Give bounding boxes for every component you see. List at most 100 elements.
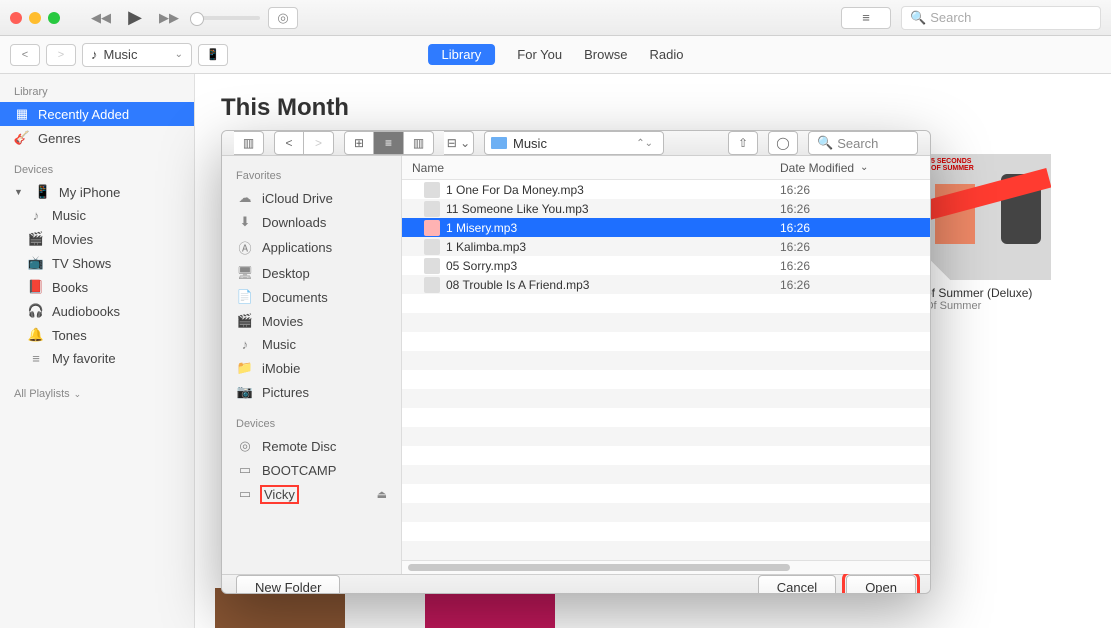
back-button[interactable]: < <box>274 131 304 155</box>
play-button[interactable]: ▶ <box>122 7 148 29</box>
path-select[interactable]: Music ⌃⌄ <box>484 131 664 155</box>
column-date[interactable]: Date Modified⌄ <box>780 161 930 175</box>
music-note-icon: ♪ <box>91 47 98 62</box>
next-track-button[interactable]: ▶▶ <box>156 7 182 29</box>
sidebar-item-icloud[interactable]: ☁iCloud Drive <box>222 186 401 210</box>
desktop-icon: 🖥 <box>236 265 254 281</box>
sidebar-item-books[interactable]: 📕Books <box>0 275 194 299</box>
forward-button[interactable]: > <box>304 131 334 155</box>
sidebar-item-remote-disc[interactable]: ◎Remote Disc <box>222 434 401 458</box>
new-folder-button[interactable]: New Folder <box>236 575 340 594</box>
file-row-empty <box>402 313 930 332</box>
drive-icon: ▭ <box>236 486 254 502</box>
sidebar-item-documents[interactable]: 📄Documents <box>222 285 401 309</box>
cancel-button[interactable]: Cancel <box>758 575 836 594</box>
sidebar-item-my-favorite[interactable]: ≡My favorite <box>0 347 194 370</box>
sidebar-section-devices: Devices <box>0 160 194 180</box>
prev-track-button[interactable]: ◀◀ <box>88 7 114 29</box>
sidebar-item-tvshows[interactable]: 📺TV Shows <box>0 251 194 275</box>
all-playlists-toggle[interactable]: All Playlists⌄ <box>0 384 194 404</box>
file-icon <box>424 239 440 255</box>
file-icon <box>424 201 440 217</box>
media-type-select[interactable]: ♪ Music ⌄ <box>82 43 192 67</box>
folder-icon: 📁 <box>236 360 254 376</box>
dialog-toolbar: ▥ < > ⊞ ≡ ▥ ⊟ ⌄ Music ⌃⌄ ⇧ ◯ 🔍 Search <box>222 131 930 156</box>
sidebar-item-movies[interactable]: 🎬Movies <box>0 227 194 251</box>
file-row[interactable]: 1 Kalimba.mp316:26 <box>402 237 930 256</box>
sidebar-item-bootcamp[interactable]: ▭BOOTCAMP <box>222 458 401 482</box>
arrange-button[interactable]: ⊟ ⌄ <box>444 131 474 155</box>
search-placeholder: Search <box>930 10 971 25</box>
column-name[interactable]: Name <box>402 161 780 175</box>
file-date: 16:26 <box>780 221 930 235</box>
sidebar-item-movies[interactable]: 🎬Movies <box>222 309 401 333</box>
documents-icon: 📄 <box>236 289 254 305</box>
tab-radio[interactable]: Radio <box>649 47 683 62</box>
sidebar-item-desktop[interactable]: 🖥Desktop <box>222 261 401 285</box>
forward-button[interactable]: > <box>46 44 76 66</box>
sidebar-item-vicky[interactable]: ▭Vicky⏏ <box>222 482 401 506</box>
open-button[interactable]: Open <box>846 575 916 594</box>
sidebar-item-my-iphone[interactable]: ▼📱My iPhone <box>0 180 194 204</box>
file-row-empty <box>402 427 930 446</box>
guitar-icon: 🎸 <box>14 130 30 146</box>
file-row[interactable]: 1 One For Da Money.mp316:26 <box>402 180 930 199</box>
zoom-window-button[interactable] <box>48 12 60 24</box>
headphones-icon: 🎧 <box>28 303 44 319</box>
sidebar-item-recently-added[interactable]: ▦Recently Added <box>0 102 194 126</box>
sidebar-toggle-button[interactable]: ▥ <box>234 131 264 155</box>
icon-view-button[interactable]: ⊞ <box>344 131 374 155</box>
close-window-button[interactable] <box>10 12 22 24</box>
disclosure-triangle-icon[interactable]: ▼ <box>14 187 23 197</box>
file-row[interactable]: 1 Misery.mp316:26 <box>402 218 930 237</box>
file-name: 05 Sorry.mp3 <box>446 259 517 273</box>
search-input[interactable]: 🔍 Search <box>901 6 1101 30</box>
media-type-label: Music <box>104 47 138 62</box>
sidebar-item-downloads[interactable]: ⬇Downloads <box>222 210 401 234</box>
column-view-button[interactable]: ▥ <box>404 131 434 155</box>
sidebar-item-music[interactable]: ♪Music <box>222 333 401 356</box>
sidebar-item-music[interactable]: ♪Music <box>0 204 194 227</box>
file-row[interactable]: 11 Someone Like You.mp3 16:26 <box>402 199 930 218</box>
file-name: 1 Kalimba.mp3 <box>446 240 526 254</box>
sidebar-item-audiobooks[interactable]: 🎧Audiobooks <box>0 299 194 323</box>
file-list: 1 One For Da Money.mp316:2611 Someone Li… <box>402 180 930 560</box>
airplay-button[interactable]: ◎ <box>268 7 298 29</box>
sidebar-item-genres[interactable]: 🎸Genres <box>0 126 194 150</box>
eject-icon[interactable]: ⏏ <box>377 488 387 501</box>
volume-slider[interactable] <box>190 16 260 20</box>
file-row-empty <box>402 465 930 484</box>
path-label: Music <box>513 136 547 151</box>
back-button[interactable]: < <box>10 44 40 66</box>
album-peek <box>425 588 555 628</box>
tags-button[interactable]: ◯ <box>768 131 798 155</box>
dialog-search-input[interactable]: 🔍 Search <box>808 131 918 155</box>
film-icon: 🎬 <box>28 231 44 247</box>
list-view-button[interactable]: ≡ <box>841 7 891 29</box>
album-cover: 5 SECONDSOF SUMMER <box>925 154 1051 280</box>
sidebar-item-applications[interactable]: ⒶApplications <box>222 234 401 261</box>
window-controls <box>10 12 60 24</box>
search-icon: 🔍 <box>910 10 926 26</box>
book-icon: 📕 <box>28 279 44 295</box>
horizontal-scrollbar[interactable] <box>402 560 930 574</box>
list-view-button[interactable]: ≡ <box>374 131 404 155</box>
file-date: 16:26 <box>780 202 930 216</box>
device-button[interactable]: 📱 <box>198 44 228 66</box>
album-card[interactable]: 5 SECONDSOF SUMMER of Summer (Deluxe) Of… <box>925 154 1055 312</box>
sidebar-item-imobie[interactable]: 📁iMobie <box>222 356 401 380</box>
chevron-updown-icon: ⌄ <box>175 49 183 60</box>
minimize-window-button[interactable] <box>29 12 41 24</box>
tab-browse[interactable]: Browse <box>584 47 627 62</box>
file-name: 11 Someone Like You.mp3 <box>446 202 589 216</box>
bell-icon: 🔔 <box>28 327 44 343</box>
sidebar-item-pictures[interactable]: 📷Pictures <box>222 380 401 404</box>
file-row-empty <box>402 503 930 522</box>
file-row[interactable]: 05 Sorry.mp316:26 <box>402 256 930 275</box>
sidebar-item-tones[interactable]: 🔔Tones <box>0 323 194 347</box>
search-icon: 🔍 <box>817 135 833 151</box>
tab-library[interactable]: Library <box>428 44 496 65</box>
file-row[interactable]: 08 Trouble Is A Friend.mp316:26 <box>402 275 930 294</box>
tab-for-you[interactable]: For You <box>517 47 562 62</box>
share-button[interactable]: ⇧ <box>728 131 758 155</box>
